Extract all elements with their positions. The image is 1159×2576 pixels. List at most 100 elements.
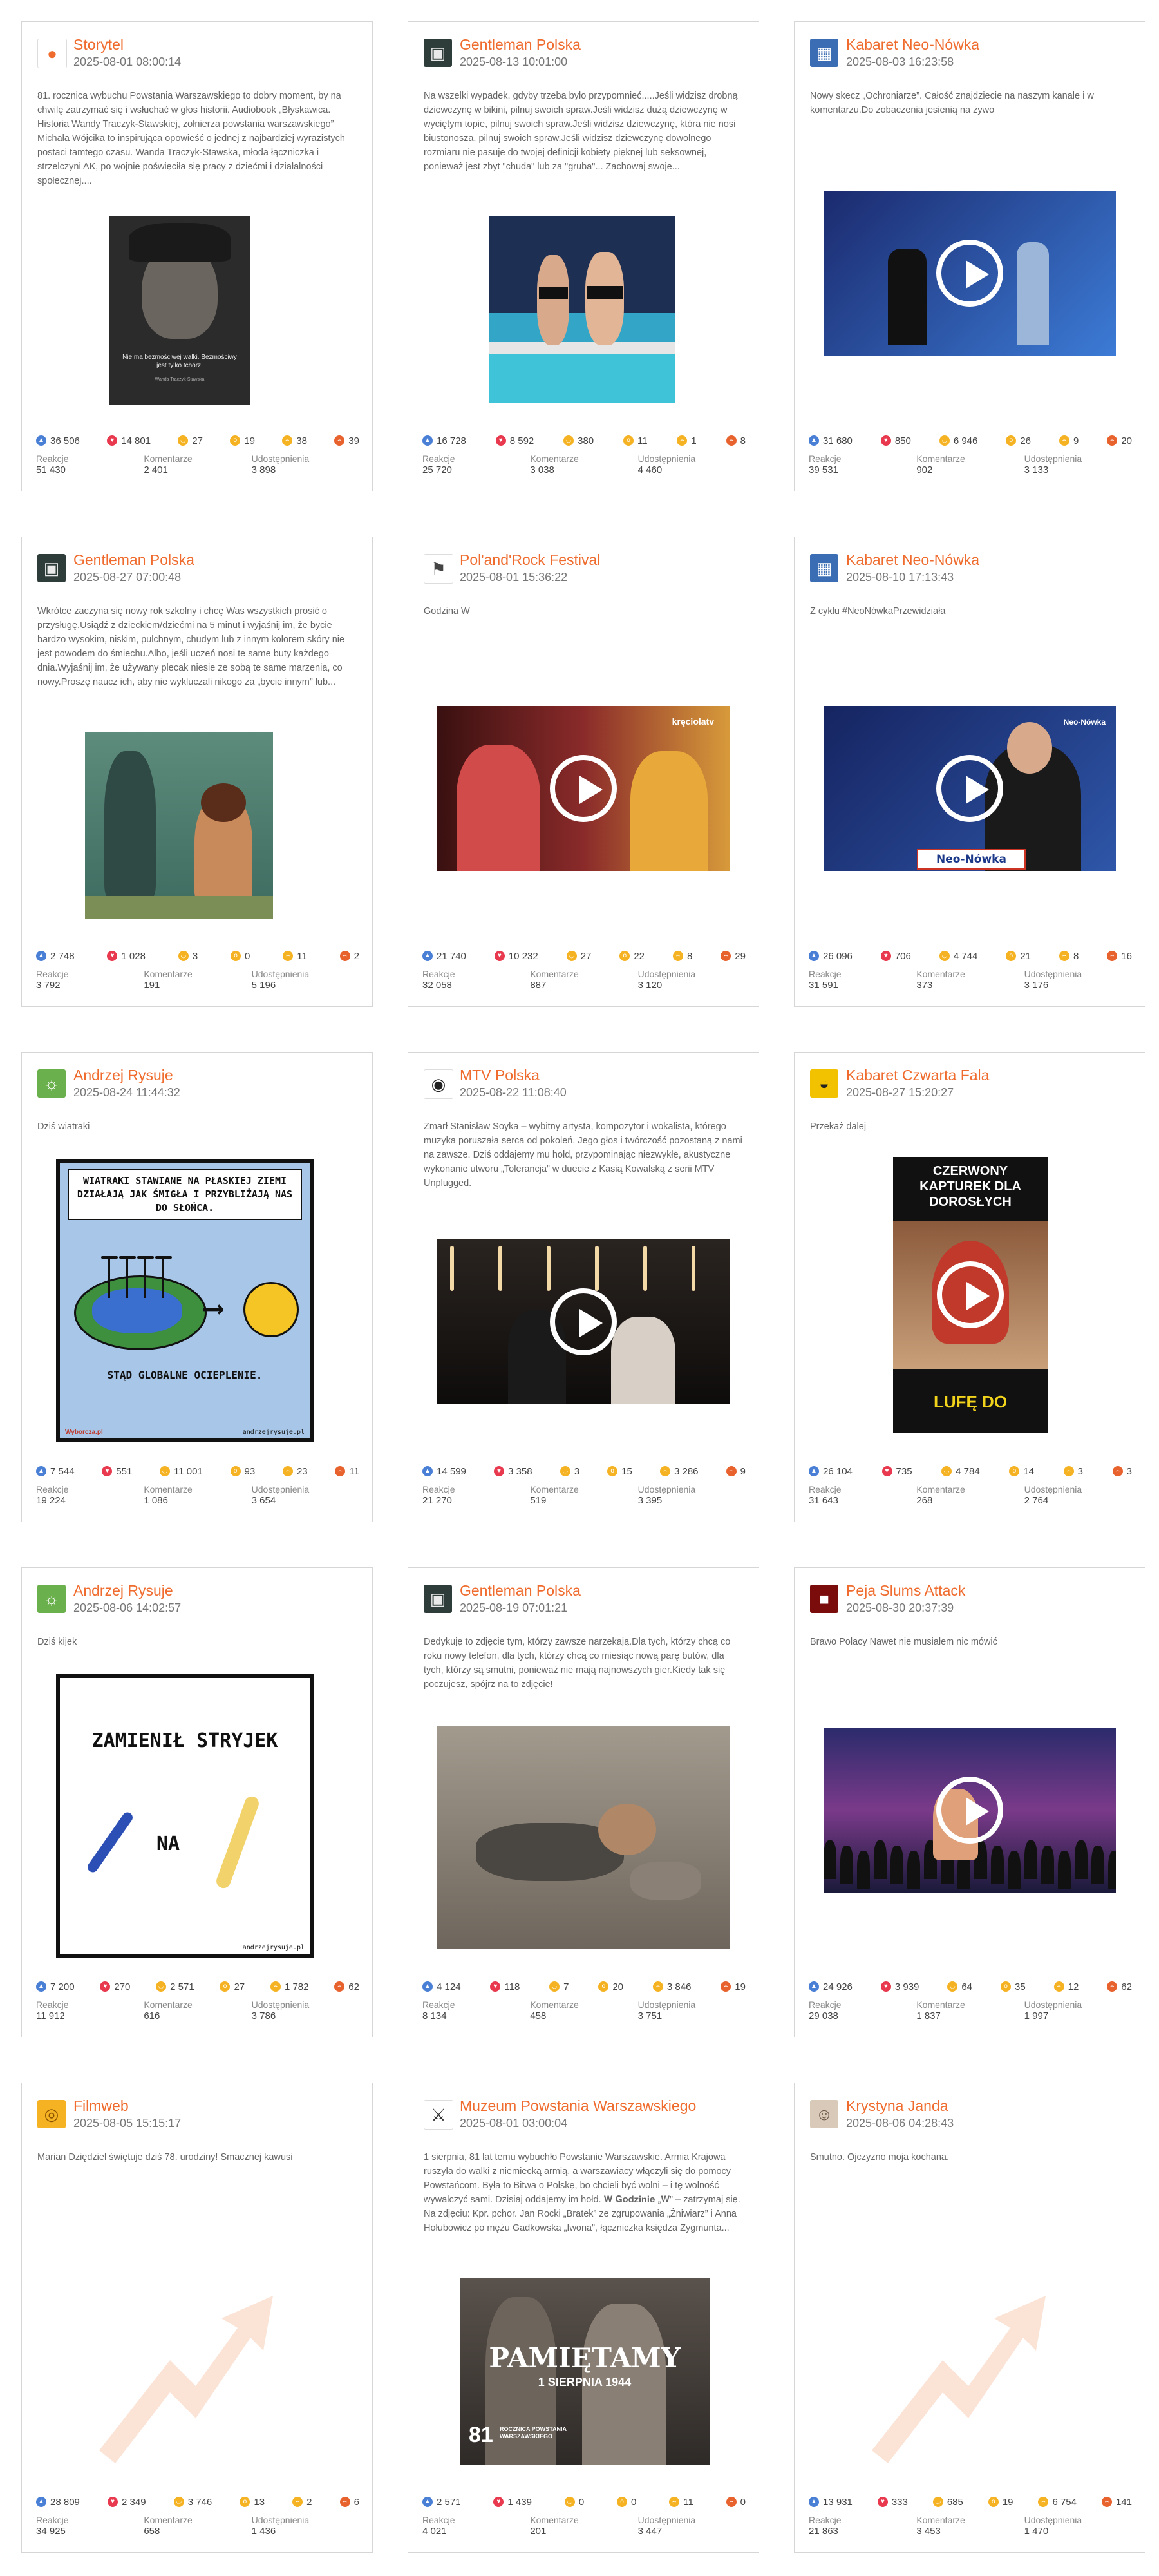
post-image[interactable]: WIATRAKI STAWIANE NA PŁASKIEJ ZIEMI DZIA… — [56, 1159, 314, 1442]
like-icon: ▲ — [809, 2497, 819, 2507]
play-button-icon[interactable] — [936, 755, 1003, 822]
page-name-link[interactable]: Gentleman Polska — [460, 1582, 581, 1599]
post-video[interactable] — [824, 191, 1116, 356]
page-avatar-icon[interactable]: ◉ — [424, 1069, 453, 1099]
page-name-link[interactable]: MTV Polska — [460, 1067, 540, 1084]
post-image[interactable]: Nie ma bezmościwej walki. Bezmościwy jes… — [109, 216, 250, 405]
page-name-link[interactable]: Gentleman Polska — [73, 551, 194, 569]
post-header: ☺ Krystyna Janda 2025-08-06 04:28:43 — [810, 2097, 1132, 2136]
post-card[interactable]: ◒ Kabaret Czwarta Fala 2025-08-27 15:20:27… — [794, 1052, 1145, 1522]
stat-label: Udostępnienia — [637, 969, 696, 979]
post-video[interactable]: Neo-Nówka Neo-Nówka — [824, 706, 1116, 871]
image-shape — [643, 1246, 647, 1291]
page-name-link[interactable]: Pol'and'Rock Festival — [460, 551, 600, 569]
reaction-value: 11 — [349, 1465, 359, 1477]
post-video[interactable] — [437, 1239, 730, 1404]
page-avatar-icon[interactable]: ⚔ — [424, 2100, 453, 2130]
play-button-icon[interactable] — [937, 1261, 1004, 1328]
page-avatar-icon[interactable]: ☺ — [810, 2100, 838, 2128]
page-avatar-icon[interactable]: ⚑ — [424, 554, 453, 584]
post-date: 2025-08-27 07:00:48 — [73, 571, 182, 584]
page-avatar-icon[interactable]: ▣ — [424, 39, 452, 67]
page-name-link[interactable]: Storytel — [73, 36, 124, 53]
page-name-link[interactable]: Andrzej Rysuje — [73, 1067, 173, 1084]
post-card[interactable]: ⚔ Muzeum Powstania Warszawskiego 2025-08-0… — [408, 2083, 759, 2553]
placeholder-trend-arrow-icon — [872, 2296, 1046, 2463]
post-card[interactable]: ☺ Krystyna Janda 2025-08-06 04:28:43 Smutno… — [794, 2083, 1145, 2553]
page-name-link[interactable]: Peja Slums Attack — [846, 1582, 965, 1599]
stat-label: Reakcje — [422, 2515, 455, 2525]
post-card[interactable]: ▣ Gentleman Polska 2025-08-13 10:01:00 Na w… — [408, 21, 759, 491]
angry-icon: ⌢ — [726, 2497, 737, 2507]
like-icon: ▲ — [809, 1981, 819, 1992]
post-image[interactable] — [85, 732, 273, 919]
post-image[interactable]: ZAMIENIŁ STRYJEK NA andrzejrysuje.pl — [56, 1674, 314, 1958]
post-card[interactable]: ☼ Andrzej Rysuje 2025-08-24 11:44:32 Dziś w… — [21, 1052, 373, 1522]
post-card[interactable]: ▣ Gentleman Polska 2025-08-19 07:01:21 Dedy… — [408, 1567, 759, 2037]
stat-value: 1 086 — [144, 1495, 168, 1506]
page-name-link[interactable]: Kabaret Neo-Nówka — [846, 551, 979, 569]
angry-icon: ⌢ — [334, 1981, 345, 1992]
haha-icon: ◡ — [564, 2497, 575, 2507]
post-card[interactable]: ▦ Kabaret Neo-Nówka 2025-08-10 17:13:43 Z c… — [794, 537, 1145, 1007]
play-button-icon[interactable] — [550, 755, 617, 822]
post-image[interactable]: PAMIĘTAMY 1 SIERPNIA 1944 81 ROCZNICA POWST… — [460, 2278, 710, 2465]
video-watermark: kręciołatv — [672, 716, 714, 727]
reaction-value: 2 571 — [170, 1981, 194, 1992]
reaction-count: o 13 — [240, 2497, 265, 2508]
page-name-link[interactable]: Gentleman Polska — [460, 36, 581, 53]
reaction-value: 141 — [1115, 2496, 1132, 2508]
play-button-icon[interactable] — [936, 1777, 1003, 1844]
reaction-count: ◡ 6 946 — [939, 435, 977, 446]
page-name-link[interactable]: Muzeum Powstania Warszawskiego — [460, 2097, 696, 2115]
stat-reactions: Reakcje 31 643 — [809, 1484, 916, 1506]
page-avatar-icon[interactable]: ◒ — [810, 1069, 838, 1098]
reaction-value: 23 — [296, 1465, 308, 1477]
angry-icon: ⌢ — [339, 2497, 350, 2507]
post-video[interactable]: kręciołatv — [437, 706, 730, 871]
page-avatar-icon[interactable]: ▦ — [810, 39, 838, 67]
page-name-link[interactable]: Krystyna Janda — [846, 2097, 948, 2115]
page-avatar-icon[interactable]: ▦ — [810, 554, 838, 582]
reactions-row: ▲ 31 680 ♥ 850 ◡ 6 946 o 26 ⌢ 9 ⌢ 20 — [809, 433, 1132, 448]
post-card[interactable]: ⚑ Pol'and'Rock Festival 2025-08-01 15:36:2… — [408, 537, 759, 1007]
page-avatar-icon[interactable]: ▣ — [424, 1585, 452, 1613]
page-avatar-icon[interactable]: ▣ — [37, 554, 66, 582]
post-card[interactable]: ☼ Andrzej Rysuje 2025-08-06 14:02:57 Dziś k… — [21, 1567, 373, 2037]
post-image[interactable] — [489, 216, 675, 403]
stat-reactions: Reakcje 21 270 — [422, 1484, 530, 1506]
post-card[interactable]: ● Storytel 2025-08-01 08:00:14 81. rocznica… — [21, 21, 373, 491]
stat-label: Komentarze — [916, 969, 965, 979]
haha-icon: ◡ — [560, 1466, 570, 1476]
reaction-value: 2 571 — [437, 2496, 461, 2508]
play-button-icon[interactable] — [550, 1288, 617, 1355]
page-name-link[interactable]: Filmweb — [73, 2097, 129, 2115]
post-video[interactable]: CZERWONY KAPTUREK DLA DOROSŁYCH LUFĘ DO — [893, 1157, 1048, 1433]
comic-arrow: ⟶ — [205, 1292, 222, 1324]
post-stats: Reakcje 21 270 Komentarze 519 Udostępnienia 3… — [422, 1484, 746, 1506]
stat-comments: Komentarze 519 — [530, 1484, 637, 1506]
stat-comments: Komentarze 658 — [144, 2515, 251, 2537]
page-avatar-icon[interactable]: ☼ — [37, 1585, 66, 1613]
page-name-link[interactable]: Andrzej Rysuje — [73, 1582, 173, 1599]
stat-reactions: Reakcje 19 224 — [36, 1484, 144, 1506]
post-image[interactable] — [437, 1726, 730, 1949]
reactions-row: ▲ 21 740 ♥ 10 232 ◡ 27 o 22 ⌢ 8 ⌢ 29 — [422, 948, 746, 964]
reaction-count: o 15 — [607, 1466, 632, 1477]
post-stats: Reakcje 51 430 Komentarze 2 401 Udostępnieni… — [36, 453, 359, 475]
post-card[interactable]: ◎ Filmweb 2025-08-05 15:15:17 Marian Dziędz… — [21, 2083, 373, 2553]
page-avatar-icon[interactable]: ◎ — [37, 2100, 66, 2128]
reaction-value: 1 782 — [284, 1981, 309, 1992]
page-name-link[interactable]: Kabaret Neo-Nówka — [846, 36, 979, 53]
page-avatar-icon[interactable]: ■ — [810, 1585, 838, 1613]
page-avatar-icon[interactable]: ☼ — [37, 1069, 66, 1098]
page-name-link[interactable]: Kabaret Czwarta Fala — [846, 1067, 989, 1084]
post-video[interactable] — [824, 1728, 1116, 1893]
reactions-row: ▲ 16 728 ♥ 8 592 ◡ 380 o 11 ⌢ 1 ⌢ 8 — [422, 433, 746, 448]
post-card[interactable]: ▣ Gentleman Polska 2025-08-27 07:00:48 Wkró… — [21, 537, 373, 1007]
play-button-icon[interactable] — [936, 240, 1003, 307]
page-avatar-icon[interactable]: ● — [37, 39, 67, 68]
post-card[interactable]: ■ Peja Slums Attack 2025-08-30 20:37:39 Bra… — [794, 1567, 1145, 2037]
post-card[interactable]: ▦ Kabaret Neo-Nówka 2025-08-03 16:23:58 Now… — [794, 21, 1145, 491]
post-card[interactable]: ◉ MTV Polska 2025-08-22 11:08:40 Zmarł Stan… — [408, 1052, 759, 1522]
